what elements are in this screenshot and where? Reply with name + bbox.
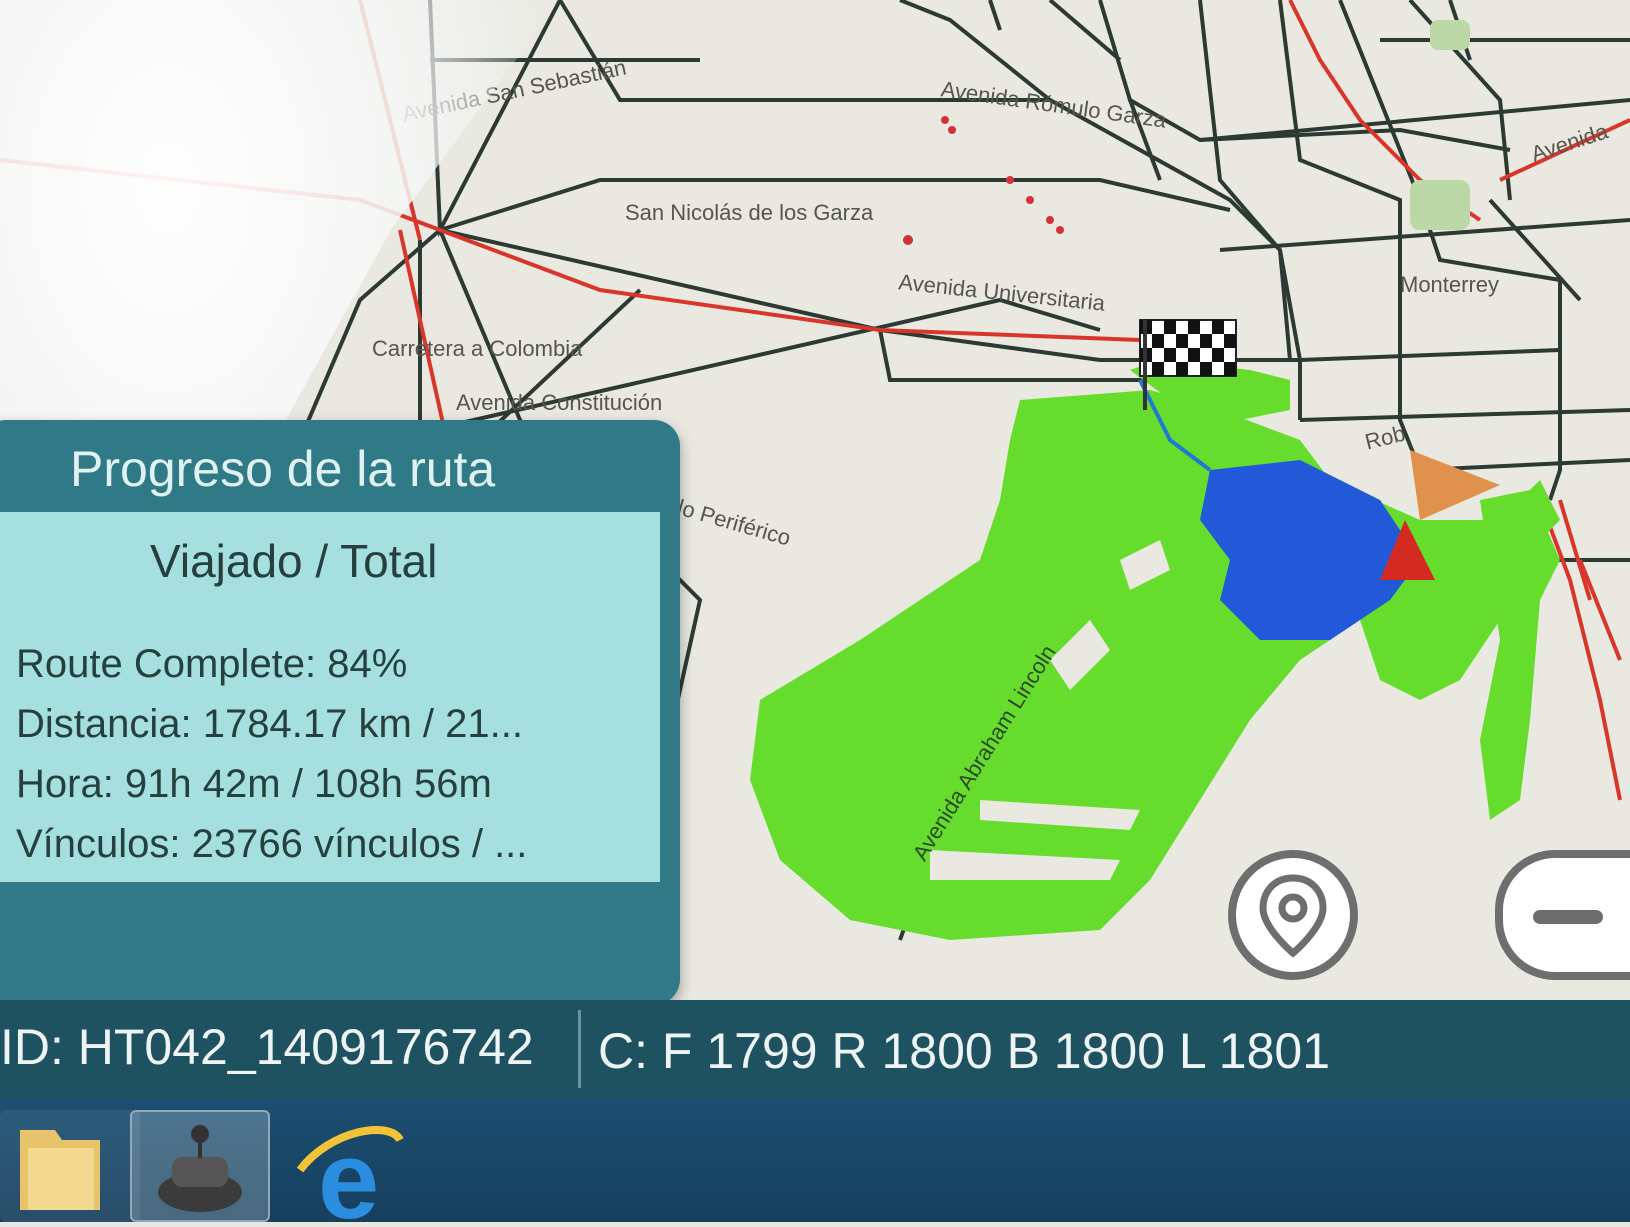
locate-button[interactable] bbox=[1228, 850, 1358, 980]
route-complete-text: Route Complete: 84% bbox=[16, 642, 408, 686]
map-label-colombia: Carretera a Colombia bbox=[372, 336, 583, 361]
location-pin-icon bbox=[1259, 874, 1327, 958]
vehicle-app-button[interactable] bbox=[130, 1110, 270, 1222]
internet-explorer-button[interactable]: e bbox=[290, 1110, 430, 1227]
distance-text: Distancia: 1784.17 km / 21... bbox=[16, 702, 523, 746]
vehicle-app-icon bbox=[158, 1125, 242, 1212]
panel-body: Viajado / Total Route Complete: 84% Dist… bbox=[0, 512, 660, 882]
map-label-san-nicolas: San Nicolás de los Garza bbox=[625, 200, 874, 225]
zoom-out-button[interactable] bbox=[1495, 850, 1630, 980]
map-label-constitucion: Avenida Constitución bbox=[456, 390, 663, 415]
status-bar: ID: HT042_1409176742 C: F 1799 R 1800 B … bbox=[0, 1000, 1630, 1098]
panel-title: Progreso de la ruta bbox=[70, 441, 496, 497]
folder-app-button[interactable] bbox=[0, 1110, 140, 1222]
park-areas bbox=[1410, 20, 1470, 230]
folder-icon bbox=[20, 1130, 100, 1210]
map-label-monterrey: Monterrey bbox=[1400, 272, 1500, 297]
taskbar: e bbox=[0, 1098, 1630, 1227]
minus-icon bbox=[1533, 910, 1603, 924]
camera-counts: C: F 1799 R 1800 B 1800 L 1801 bbox=[598, 1023, 1331, 1079]
session-id: ID: HT042_1409176742 bbox=[0, 1019, 534, 1075]
time-text: Hora: 91h 42m / 108h 56m bbox=[16, 762, 492, 806]
links-text: Vínculos: 23766 vínculos / ... bbox=[16, 822, 528, 866]
status-divider bbox=[578, 1010, 581, 1088]
traveled-total-header: Viajado / Total bbox=[150, 535, 438, 587]
route-progress-panel: Progreso de la ruta Viajado / Total Rout… bbox=[0, 420, 680, 1005]
covered-area bbox=[750, 360, 1560, 940]
internet-explorer-icon: e bbox=[296, 1119, 404, 1227]
